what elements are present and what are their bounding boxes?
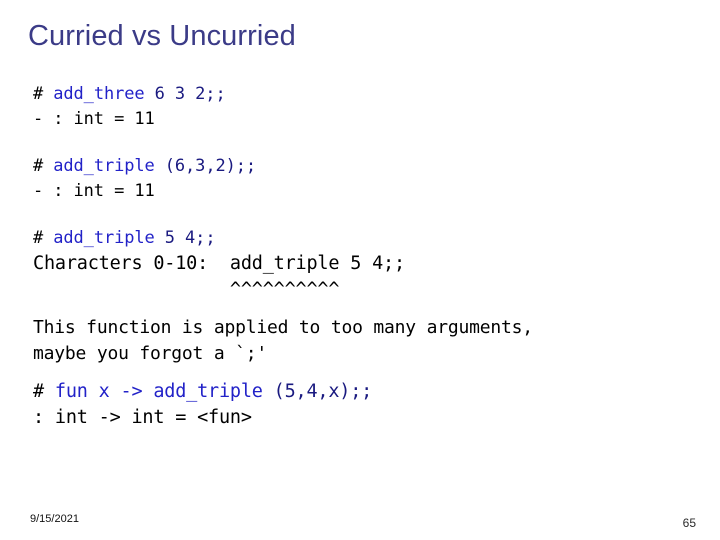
error-message-line-1: This function is applied to too many arg…: [33, 317, 533, 338]
reply-line: : int -> int = <fun>: [33, 407, 252, 428]
code-identifier: add_triple: [53, 156, 155, 176]
page-title: Curried vs Uncurried: [28, 20, 296, 52]
prompt-marker: #: [33, 156, 54, 176]
footer-page-number: 65: [682, 516, 696, 530]
code-block-add-triple-error: # add_triple 5 4;; Characters 0-10: add_…: [33, 226, 693, 303]
code-block-add-three: # add_three 6 3 2;; - : int = 11: [33, 82, 693, 132]
prompt-marker: #: [33, 84, 54, 104]
code-arguments: 6 3 2;;: [144, 84, 226, 104]
reply-line: - : int = 11: [33, 181, 155, 201]
code-block-add-triple-tuple: # add_triple (6,3,2);; - : int = 11: [33, 154, 693, 204]
error-echo-line: Characters 0-10: add_triple 5 4;;: [33, 253, 405, 274]
prompt-line: # add_triple (6,3,2);;: [33, 154, 693, 179]
code-arguments: (5,4,x);;: [262, 381, 373, 402]
code-block-fun-lambda: # fun x -> add_triple (5,4,x);; : int ->…: [33, 379, 693, 431]
code-identifier: add_triple: [53, 228, 155, 248]
error-message: This function is applied to too many arg…: [33, 315, 693, 367]
code-identifier: add_three: [53, 84, 145, 104]
prompt-line: # fun x -> add_triple (5,4,x);;: [33, 379, 693, 405]
code-identifier: fun x -> add_triple: [54, 381, 263, 402]
footer-date: 9/15/2021: [30, 513, 79, 525]
code-arguments: 5 4;;: [154, 228, 216, 248]
reply-line: - : int = 11: [33, 109, 155, 129]
slide: Curried vs Uncurried # add_three 6 3 2;;…: [0, 0, 720, 540]
error-caret-line: ^^^^^^^^^^: [33, 279, 340, 300]
code-arguments: (6,3,2);;: [154, 156, 256, 176]
prompt-marker: #: [33, 381, 55, 402]
slide-body: # add_three 6 3 2;; - : int = 11 # add_t…: [33, 82, 693, 431]
error-message-line-2: maybe you forgot a `;': [33, 343, 268, 364]
prompt-line: # add_triple 5 4;;: [33, 226, 693, 251]
prompt-line: # add_three 6 3 2;;: [33, 82, 693, 107]
prompt-marker: #: [33, 228, 54, 248]
